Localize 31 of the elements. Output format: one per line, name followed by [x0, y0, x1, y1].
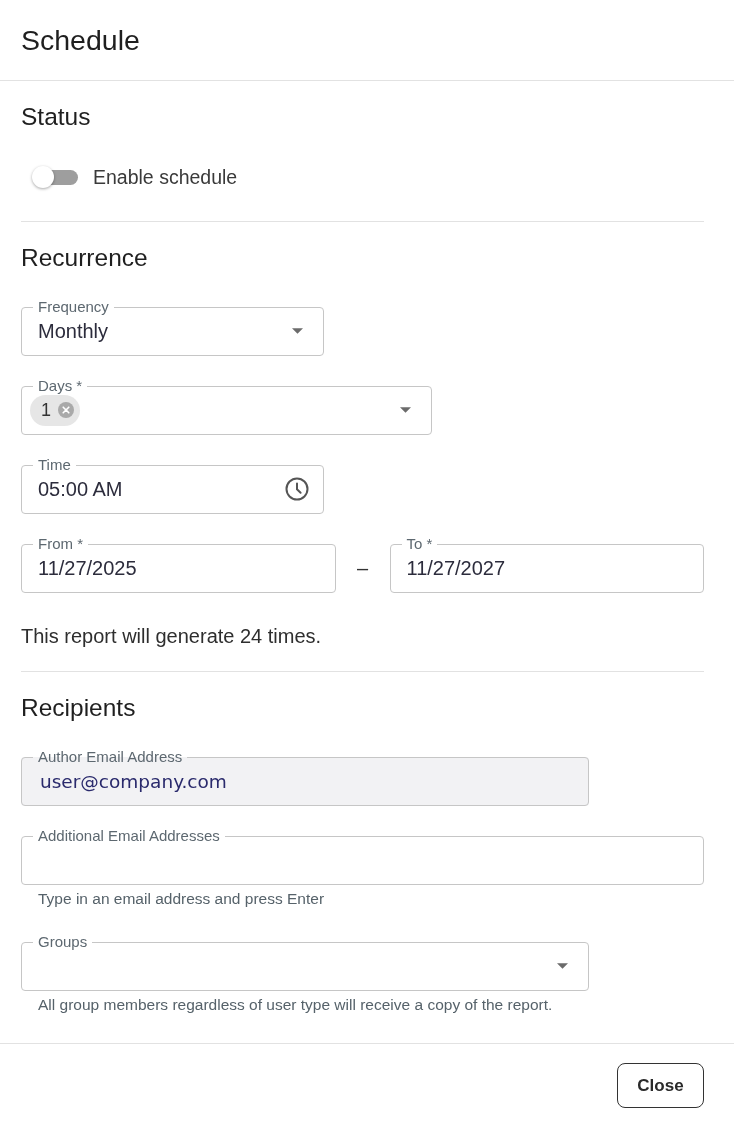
time-field[interactable]: Time 05:00 AM [21, 457, 324, 514]
helper-text: All group members regardless of user type will receive a copy of the report. [38, 996, 553, 1014]
field-label: Author Email Address [37, 749, 184, 765]
email-field[interactable]: Additional Email Addresses [21, 828, 704, 885]
summary-text: This report will generate 24 times. [21, 624, 322, 648]
selected-day-chip[interactable]: 1 [30, 394, 80, 426]
close-button[interactable]: Close [617, 1063, 704, 1108]
date-field[interactable]: To * 11/27/2027 [389, 536, 704, 593]
field-label: Groups [37, 934, 89, 950]
field-label: Time [37, 457, 72, 473]
dropdown-field[interactable]: Frequency Monthly [21, 299, 324, 356]
field-label: From * [37, 536, 84, 552]
date-field[interactable]: From * 11/27/2025 [21, 536, 336, 593]
field-label: Days * [37, 378, 84, 394]
section-heading: Recurrence [21, 244, 148, 272]
field-label: Frequency [37, 299, 110, 315]
helper-text: Type in an email address and press Enter [38, 890, 325, 908]
section-heading: Recipients [21, 694, 136, 722]
multi-select-field[interactable]: Days * 1 [21, 378, 432, 435]
field-label: To * [405, 536, 434, 552]
toggle-label: Enable schedule [93, 165, 238, 189]
caret-icon[interactable] [557, 963, 568, 969]
dialog-title: Schedule [21, 23, 140, 57]
clock-icon[interactable] [285, 477, 309, 501]
section-heading: Status [21, 103, 91, 131]
dropdown-field[interactable]: Groups [21, 934, 589, 991]
toggle-switch[interactable] [32, 166, 78, 188]
field-label: Additional Email Addresses [37, 828, 221, 844]
caret-icon[interactable] [400, 407, 411, 413]
range-separator: – [356, 557, 369, 580]
caret-icon[interactable] [292, 328, 303, 334]
